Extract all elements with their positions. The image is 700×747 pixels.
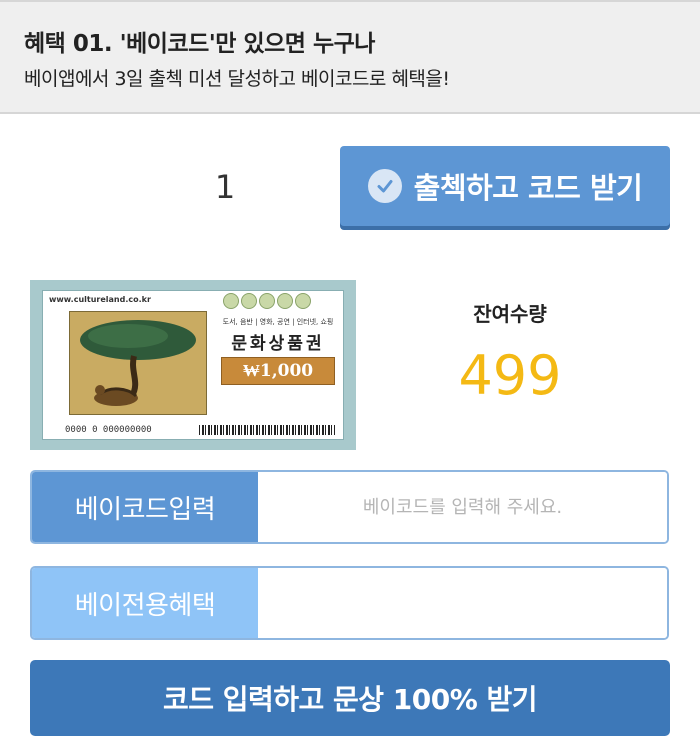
code-input[interactable]	[258, 472, 667, 542]
checkin-button-label: 출첵하고 코드 받기	[413, 171, 643, 205]
check-circle-icon	[367, 169, 402, 203]
code-input-row: 베이코드입력	[30, 470, 669, 544]
bay-benefit-row: 베이전용혜택	[30, 566, 669, 640]
voucher-categories: 도서, 음반 | 영화, 공연 | 인터넷, 쇼핑	[222, 318, 334, 326]
voucher-emblems	[223, 293, 311, 309]
submit-code-button[interactable]: 코드 입력하고 문상 100% 받기	[30, 660, 670, 736]
voucher-serial: 0000 0 000000000	[65, 425, 152, 435]
bay-benefit-label: 베이전용혜택	[32, 568, 258, 638]
code-input-label: 베이코드입력	[32, 472, 258, 542]
bay-benefit-input[interactable]	[258, 568, 667, 638]
submit-button-label: 코드 입력하고 문상 100% 받기	[162, 683, 538, 716]
remaining-count: 499	[458, 344, 562, 407]
voucher-barcode	[199, 425, 335, 435]
voucher-text-block: 도서, 음반 | 영화, 공연 | 인터넷, 쇼핑 문화상품권 ₩1,000	[213, 317, 343, 385]
voucher-amount: ₩1,000	[221, 357, 335, 385]
culture-voucher-image: www.cultureland.co.kr 도서, 음반 | 영화, 공연 | …	[30, 280, 356, 450]
banner-title: 혜택 01. '베이코드'만 있으면 누구나	[24, 31, 375, 57]
voucher-url: www.cultureland.co.kr	[49, 295, 151, 304]
voucher-title: 문화상품권	[231, 334, 325, 354]
banner-subtitle: 베이앱에서 3일 출첵 미션 달성하고 베이코드로 혜택을!	[24, 68, 450, 90]
benefit-banner: 혜택 01. '베이코드'만 있으면 누구나 베이앱에서 3일 출첵 미션 달성…	[0, 0, 700, 114]
remaining-label: 잔여수량	[473, 302, 547, 326]
voucher-tiger-painting	[69, 311, 207, 415]
checkin-button[interactable]: 출첵하고 코드 받기	[340, 146, 670, 226]
checkin-count: 1	[214, 168, 236, 206]
